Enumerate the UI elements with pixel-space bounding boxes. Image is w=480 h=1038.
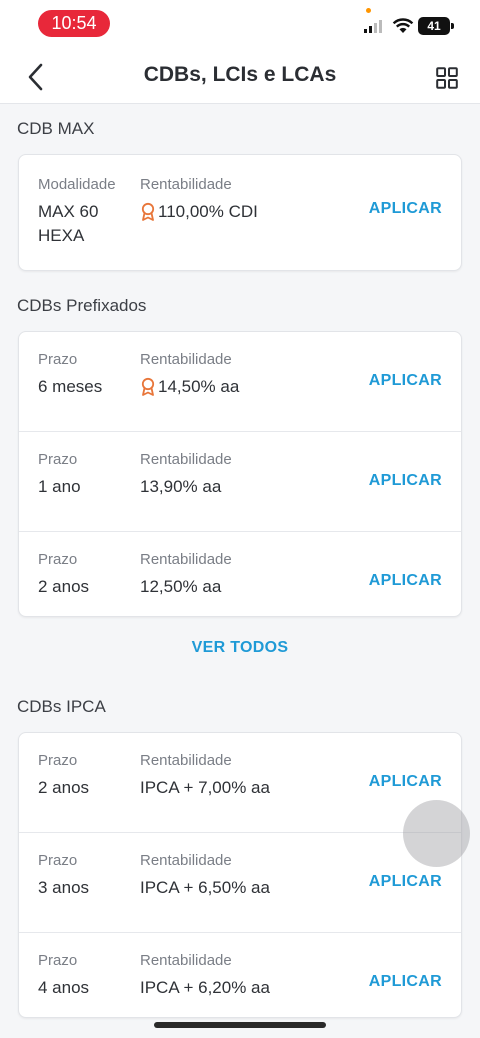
- list-item[interactable]: Prazo 2 anos Rentabilidade IPCA + 7,00% …: [19, 733, 461, 833]
- medal-icon: [141, 377, 155, 396]
- prazo-label: Prazo: [38, 351, 78, 368]
- page-title: CDBs, LCIs e LCAs: [143, 63, 337, 86]
- rentabilidade-label: Rentabilidade: [140, 351, 232, 368]
- medal-icon: [141, 202, 155, 221]
- rentabilidade-label: Rentabilidade: [140, 952, 232, 969]
- cdbs-ipca-card: Prazo 2 anos Rentabilidade IPCA + 7,00% …: [18, 732, 462, 1018]
- battery-icon: 41: [418, 17, 454, 35]
- rentabilidade-value: IPCA + 6,20% aa: [140, 978, 270, 997]
- prazo-value: 6 meses: [38, 377, 103, 396]
- prazo-label: Prazo: [38, 852, 78, 869]
- rentabilidade-value: IPCA + 6,50% aa: [140, 878, 270, 897]
- apply-button[interactable]: APLICAR: [369, 472, 442, 490]
- list-item[interactable]: Prazo 3 anos Rentabilidade IPCA + 6,50% …: [19, 833, 461, 933]
- list-item[interactable]: Modalidade MAX 60 HEXA Rentabilidade 110…: [19, 155, 461, 270]
- list-item[interactable]: Prazo 6 meses Rentabilidade 14,50% aa AP…: [19, 332, 461, 432]
- rentabilidade-value: 13,90% aa: [140, 477, 222, 496]
- list-item[interactable]: Prazo 1 ano Rentabilidade 13,90% aa APLI…: [19, 432, 461, 532]
- apply-button[interactable]: APLICAR: [369, 572, 442, 590]
- signal-icon: [364, 20, 382, 33]
- modalidade-label: Modalidade: [38, 176, 116, 193]
- section-title-cdbs-prefixados: CDBs Prefixados: [17, 296, 147, 315]
- cdbs-prefixados-card: Prazo 6 meses Rentabilidade 14,50% aa AP…: [18, 331, 462, 617]
- see-all-button[interactable]: VER TODOS: [0, 639, 480, 657]
- apply-button[interactable]: APLICAR: [369, 973, 442, 991]
- rentabilidade-value: 14,50% aa: [140, 375, 239, 399]
- touch-indicator: [403, 800, 470, 867]
- prazo-value: 2 anos: [38, 778, 90, 797]
- status-bar: 10:54 41: [0, 0, 480, 48]
- rentabilidade-text: 110,00% CDI: [158, 202, 258, 221]
- rentabilidade-value: IPCA + 7,00% aa: [140, 778, 270, 797]
- section-title-cdb-max: CDB MAX: [17, 119, 95, 138]
- apply-button[interactable]: APLICAR: [369, 200, 442, 218]
- rentabilidade-text: 14,50% aa: [158, 377, 240, 396]
- prazo-label: Prazo: [38, 451, 78, 468]
- list-item[interactable]: Prazo 2 anos Rentabilidade 12,50% aa APL…: [19, 532, 461, 632]
- cdb-max-card: Modalidade MAX 60 HEXA Rentabilidade 110…: [18, 154, 462, 271]
- list-item[interactable]: Prazo 4 anos Rentabilidade IPCA + 6,20% …: [19, 933, 461, 1033]
- status-time: 10:54: [38, 10, 110, 37]
- home-indicator[interactable]: [154, 1022, 326, 1028]
- prazo-value: 1 ano: [38, 477, 81, 496]
- navigation-bar: CDBs, LCIs e LCAs: [0, 48, 480, 104]
- prazo-label: Prazo: [38, 551, 78, 568]
- prazo-label: Prazo: [38, 952, 78, 969]
- rentabilidade-label: Rentabilidade: [140, 752, 232, 769]
- prazo-label: Prazo: [38, 752, 78, 769]
- rentabilidade-value: 110,00% CDI: [140, 200, 258, 224]
- apply-button[interactable]: APLICAR: [369, 773, 442, 791]
- rentabilidade-label: Rentabilidade: [140, 852, 232, 869]
- apply-button[interactable]: APLICAR: [369, 873, 442, 891]
- wifi-icon: [392, 18, 414, 33]
- apply-button[interactable]: APLICAR: [369, 372, 442, 390]
- rentabilidade-label: Rentabilidade: [140, 451, 232, 468]
- prazo-value: 3 anos: [38, 878, 90, 897]
- rentabilidade-label: Rentabilidade: [140, 551, 232, 568]
- rentabilidade-value: 12,50% aa: [140, 577, 222, 596]
- privacy-indicator-dot: [366, 8, 371, 13]
- prazo-value: 2 anos: [38, 577, 90, 596]
- prazo-value: 4 anos: [38, 978, 90, 997]
- rentabilidade-label: Rentabilidade: [140, 176, 232, 193]
- modalidade-value: MAX 60 HEXA: [38, 202, 99, 245]
- grid-icon[interactable]: [436, 67, 458, 89]
- section-title-cdbs-ipca: CDBs IPCA: [17, 697, 106, 716]
